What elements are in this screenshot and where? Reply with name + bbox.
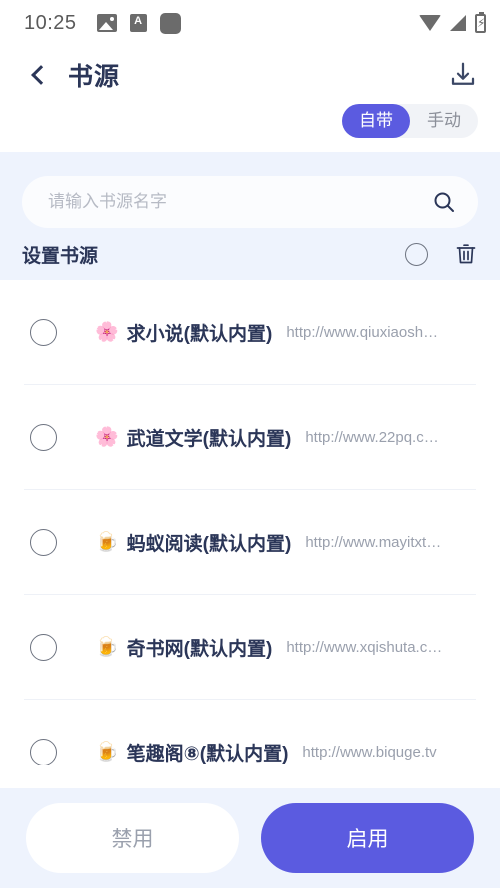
enable-button[interactable]: 启用 [261, 803, 474, 873]
battery-icon: ⚡ [475, 11, 486, 33]
status-time: 10:25 [24, 11, 77, 34]
table-row[interactable]: 🍺 奇书网(默认内置) http://www.xqishuta.c… [0, 595, 500, 700]
source-url: http://www.biquge.tv [302, 744, 437, 761]
row-checkbox[interactable] [30, 529, 57, 556]
segment-toggle-row: 自带 手动 [0, 104, 500, 152]
source-name: 蚂蚁阅读(默认内置) [126, 534, 292, 555]
row-checkbox[interactable] [30, 319, 57, 346]
beer-mug-icon: 🍺 [95, 637, 119, 658]
status-bar: 10:25 A ⚡ [0, 0, 500, 46]
source-name: 奇书网(默认内置) [126, 639, 273, 660]
search-input[interactable] [48, 192, 432, 212]
source-url: http://www.xqishuta.c… [286, 639, 443, 656]
bottom-action-bar: 禁用 启用 [0, 788, 500, 888]
book-source-list: 🌸 求小说(默认内置) http://www.qiuxiaosh… 🌸 武道文学… [0, 280, 500, 765]
page-title: 书源 [68, 63, 121, 91]
list-header: 设置书源 [0, 228, 500, 280]
source-type-segment[interactable]: 自带 手动 [342, 104, 478, 138]
search-section [0, 152, 500, 228]
table-row[interactable]: 🌸 求小说(默认内置) http://www.qiuxiaosh… [0, 280, 500, 385]
segment-option-builtin[interactable]: 自带 [342, 104, 410, 138]
list-header-title: 设置书源 [22, 245, 99, 267]
source-name: 武道文学(默认内置) [126, 429, 292, 450]
table-row[interactable]: 🌸 武道文学(默认内置) http://www.22pq.c… [0, 385, 500, 490]
list-header-actions [405, 242, 478, 266]
rounded-square-icon [159, 12, 181, 34]
disable-button[interactable]: 禁用 [26, 803, 239, 873]
cherry-blossom-icon: 🌸 [95, 427, 119, 448]
segment-option-manual[interactable]: 手动 [410, 104, 478, 138]
beer-mug-icon: 🍺 [95, 742, 119, 763]
table-row[interactable]: 🍺 蚂蚁阅读(默认内置) http://www.mayitxt… [0, 490, 500, 595]
row-checkbox[interactable] [30, 739, 57, 765]
app-bar: 书源 [0, 46, 500, 104]
status-right-icon-group: ⚡ [419, 11, 486, 33]
ascii-icon: A [129, 14, 147, 32]
beer-mug-icon: 🍺 [95, 532, 119, 553]
source-name: 求小说(默认内置) [126, 324, 273, 345]
photo-icon [96, 14, 117, 32]
download-icon[interactable] [448, 60, 478, 90]
cherry-blossom-icon: 🌸 [95, 322, 119, 343]
source-url: http://www.qiuxiaosh… [286, 324, 439, 341]
row-checkbox[interactable] [30, 424, 57, 451]
signal-icon [450, 15, 466, 31]
wifi-icon [419, 15, 441, 31]
status-left-icon-group: A [96, 12, 181, 34]
source-url: http://www.22pq.c… [305, 429, 439, 446]
table-row[interactable]: 🍺 笔趣阁⑧(默认内置) http://www.biquge.tv [0, 700, 500, 765]
back-icon[interactable] [28, 64, 50, 86]
row-checkbox[interactable] [30, 634, 57, 661]
select-all-checkbox[interactable] [405, 242, 428, 266]
source-url: http://www.mayitxt… [305, 534, 442, 551]
search-icon[interactable] [432, 190, 456, 214]
source-name: 笔趣阁⑧(默认内置) [126, 744, 289, 765]
trash-icon[interactable] [454, 242, 478, 266]
search-box[interactable] [22, 176, 478, 228]
